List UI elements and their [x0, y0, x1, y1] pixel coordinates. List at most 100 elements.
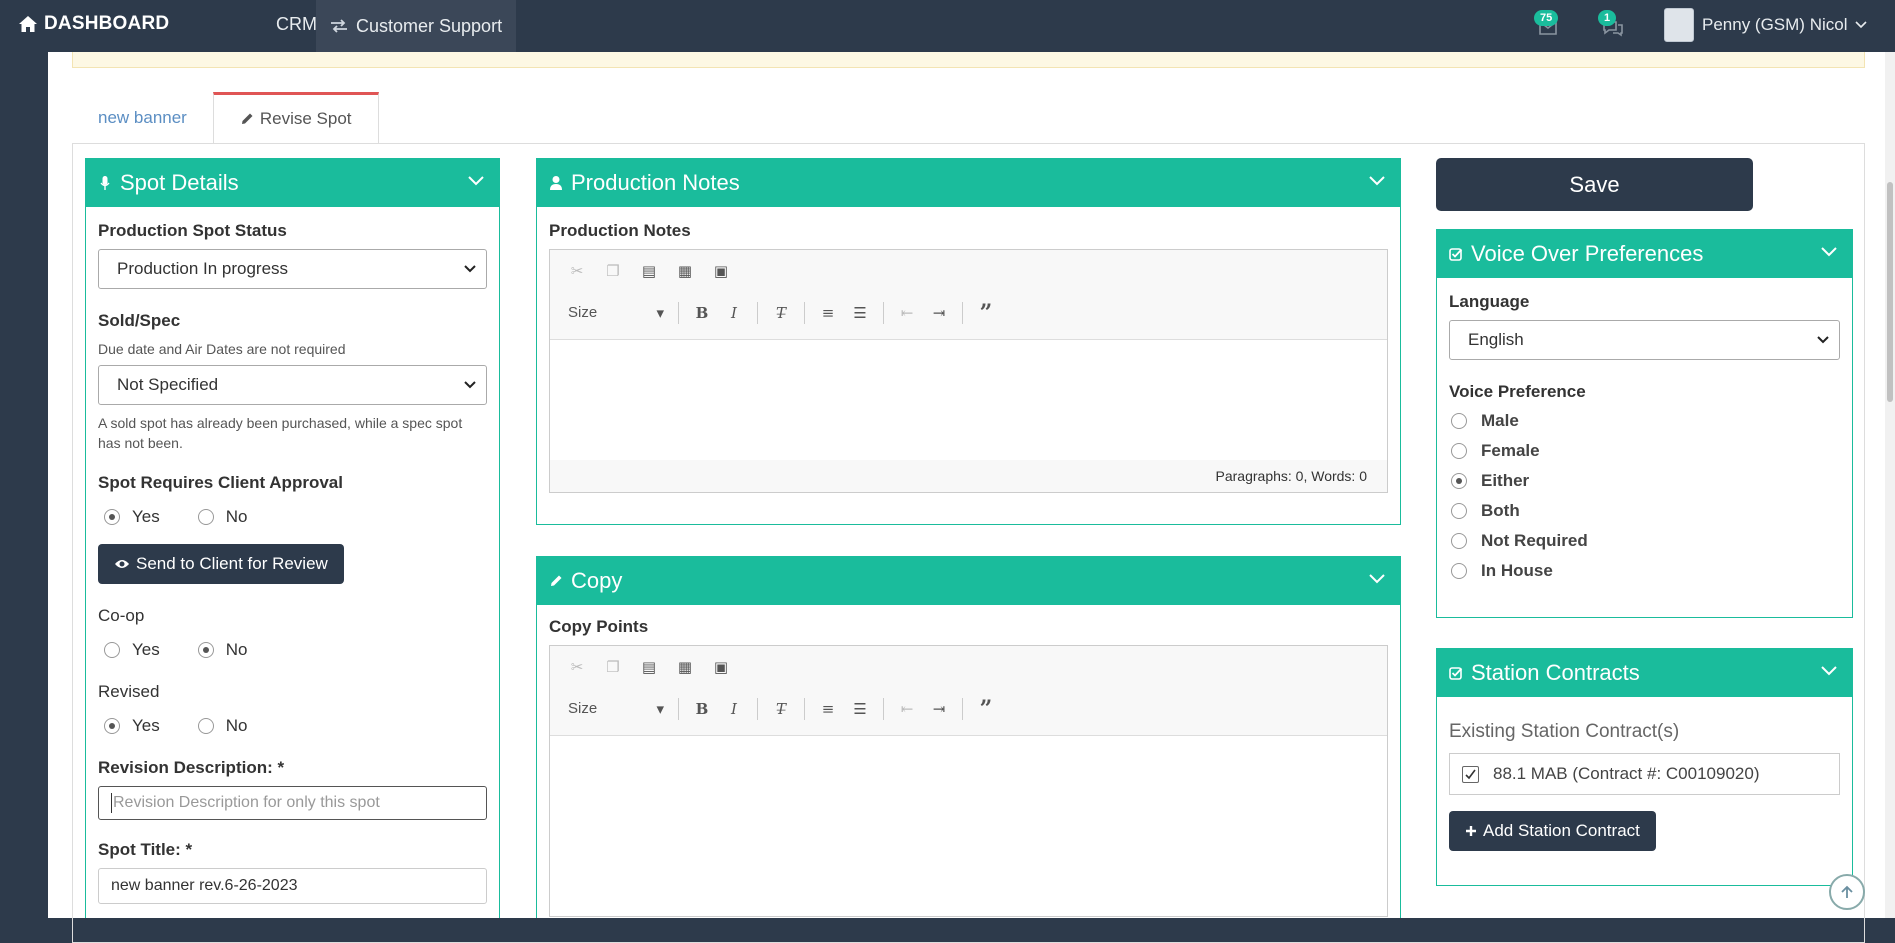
- nav-crm[interactable]: CRM: [276, 14, 317, 35]
- radio-button[interactable]: [197, 509, 214, 525]
- language-select[interactable]: English: [1449, 320, 1840, 360]
- sold-spec-select[interactable]: Not Specified: [98, 365, 487, 405]
- contract-item[interactable]: 88.1 MAB (Contract #: C00109020): [1449, 753, 1840, 795]
- production-notes-title: Production Notes: [571, 170, 740, 195]
- numbered-list-icon[interactable]: ≡: [819, 700, 837, 718]
- bulleted-list-icon[interactable]: ☰: [851, 304, 869, 322]
- contract-checkbox[interactable]: [1462, 765, 1479, 783]
- user-name: Penny (GSM) Nicol: [1702, 15, 1848, 34]
- language-label: Language: [1449, 292, 1530, 311]
- save-button[interactable]: Save: [1436, 158, 1753, 211]
- production-notes-panel: Production Notes Production Notes ✂ ❐ ▤ …: [536, 158, 1401, 525]
- nav-customer-support[interactable]: Customer Support: [316, 0, 517, 52]
- cut-icon[interactable]: ✂: [568, 262, 586, 280]
- revised-label: Revised: [98, 682, 160, 701]
- check-square-icon: [1449, 248, 1463, 261]
- voice-pref-label: Voice Preference: [1449, 382, 1586, 401]
- approval-no[interactable]: No: [197, 507, 248, 527]
- voice-pref-male[interactable]: Male: [1449, 406, 1840, 436]
- radio-button[interactable]: [197, 718, 214, 734]
- outdent-icon[interactable]: ⇤: [898, 304, 916, 322]
- bold-icon[interactable]: B: [693, 304, 711, 322]
- radio-button[interactable]: [104, 718, 120, 734]
- size-dropdown[interactable]: Size ▾: [568, 700, 664, 718]
- scrollbar-thumb[interactable]: [1887, 182, 1893, 402]
- copy-header[interactable]: Copy: [537, 557, 1400, 605]
- radio-button[interactable]: [104, 509, 120, 525]
- blockquote-icon[interactable]: ”: [977, 696, 995, 722]
- revised-no-label: No: [225, 716, 248, 735]
- text-caret: [111, 793, 112, 813]
- tab-revise-spot[interactable]: Revise Spot: [212, 92, 379, 144]
- voice-pref-radio-group: Male Female Either Both Not Required In …: [1449, 406, 1840, 586]
- status-select[interactable]: Production In progress: [98, 249, 487, 289]
- radio-button[interactable]: [1451, 473, 1467, 489]
- paste-text-icon[interactable]: ▦: [676, 262, 694, 280]
- radio-button[interactable]: [1451, 533, 1467, 549]
- paste-word-icon[interactable]: ▣: [712, 658, 730, 676]
- indent-icon[interactable]: ⇥: [930, 700, 948, 718]
- brand-link[interactable]: DASHBOARD: [18, 13, 169, 35]
- italic-icon[interactable]: I: [725, 700, 743, 718]
- radio-button[interactable]: [1451, 443, 1467, 459]
- tab-new-banner[interactable]: new banner: [72, 92, 213, 144]
- revised-no[interactable]: No: [197, 716, 248, 736]
- voice-over-panel: Voice Over Preferences Language English …: [1436, 229, 1853, 618]
- sold-spec-label: Sold/Spec: [98, 311, 181, 330]
- production-notes-header[interactable]: Production Notes: [537, 159, 1400, 207]
- blockquote-icon[interactable]: ”: [977, 300, 995, 326]
- paste-icon[interactable]: ▤: [640, 262, 658, 280]
- user-menu[interactable]: Penny (GSM) Nicol: [1664, 8, 1868, 42]
- spot-title-label: Spot Title: *: [98, 840, 193, 859]
- station-contracts-header[interactable]: Station Contracts: [1437, 649, 1852, 697]
- radio-button[interactable]: [1451, 503, 1467, 519]
- coop-no[interactable]: No: [197, 640, 247, 660]
- radio-button[interactable]: [197, 642, 214, 658]
- outdent-icon[interactable]: ⇤: [898, 700, 916, 718]
- spot-details-header[interactable]: Spot Details: [86, 159, 499, 207]
- remove-format-icon[interactable]: T̶: [772, 700, 790, 718]
- revision-desc-input[interactable]: Revision Description for only this spot: [98, 786, 487, 820]
- revised-radio-group: Yes No: [98, 716, 487, 736]
- chat-count-badge: 1: [1598, 10, 1617, 26]
- exchange-icon: [331, 19, 347, 33]
- voice-pref-female[interactable]: Female: [1449, 436, 1840, 466]
- revised-yes[interactable]: Yes: [104, 716, 160, 736]
- paste-word-icon[interactable]: ▣: [712, 262, 730, 280]
- voice-over-header[interactable]: Voice Over Preferences: [1437, 230, 1852, 278]
- italic-icon[interactable]: I: [725, 304, 743, 322]
- bulleted-list-icon[interactable]: ☰: [851, 700, 869, 718]
- copy-icon[interactable]: ❐: [604, 262, 622, 280]
- voice-pref-either[interactable]: Either: [1449, 466, 1840, 496]
- numbered-list-icon[interactable]: ≡: [819, 304, 837, 322]
- add-station-contract-button[interactable]: Add Station Contract: [1449, 811, 1656, 851]
- voice-pref-in-house[interactable]: In House: [1449, 556, 1840, 586]
- chat-notifications[interactable]: 1: [1598, 10, 1626, 43]
- cut-icon[interactable]: ✂: [568, 658, 586, 676]
- indent-icon[interactable]: ⇥: [930, 304, 948, 322]
- voice-pref-both[interactable]: Both: [1449, 496, 1840, 526]
- bold-icon[interactable]: B: [693, 700, 711, 718]
- production-notes-textarea[interactable]: [550, 340, 1387, 460]
- spot-title-input[interactable]: new banner rev.6-26-2023: [98, 868, 487, 904]
- voice-pref-not-required[interactable]: Not Required: [1449, 526, 1840, 556]
- voice-pref-option-label: Male: [1481, 411, 1519, 430]
- size-dropdown[interactable]: Size ▾: [568, 304, 664, 322]
- copy-points-textarea[interactable]: [550, 736, 1387, 916]
- send-review-button[interactable]: Send to Client for Review: [98, 544, 344, 584]
- separator: [962, 302, 963, 324]
- station-contracts-title: Station Contracts: [1471, 660, 1640, 685]
- approval-no-label: No: [225, 507, 248, 526]
- coop-yes[interactable]: Yes: [104, 640, 160, 660]
- approval-yes[interactable]: Yes: [104, 507, 160, 527]
- remove-format-icon[interactable]: T̶: [772, 304, 790, 322]
- mail-notifications[interactable]: 75: [1534, 10, 1562, 43]
- radio-button[interactable]: [1451, 413, 1467, 429]
- radio-button[interactable]: [1451, 563, 1467, 579]
- radio-button[interactable]: [104, 642, 120, 658]
- scroll-to-top-button[interactable]: [1829, 874, 1865, 910]
- page-scrollbar[interactable]: [1885, 52, 1895, 918]
- copy-icon[interactable]: ❐: [604, 658, 622, 676]
- paste-text-icon[interactable]: ▦: [676, 658, 694, 676]
- paste-icon[interactable]: ▤: [640, 658, 658, 676]
